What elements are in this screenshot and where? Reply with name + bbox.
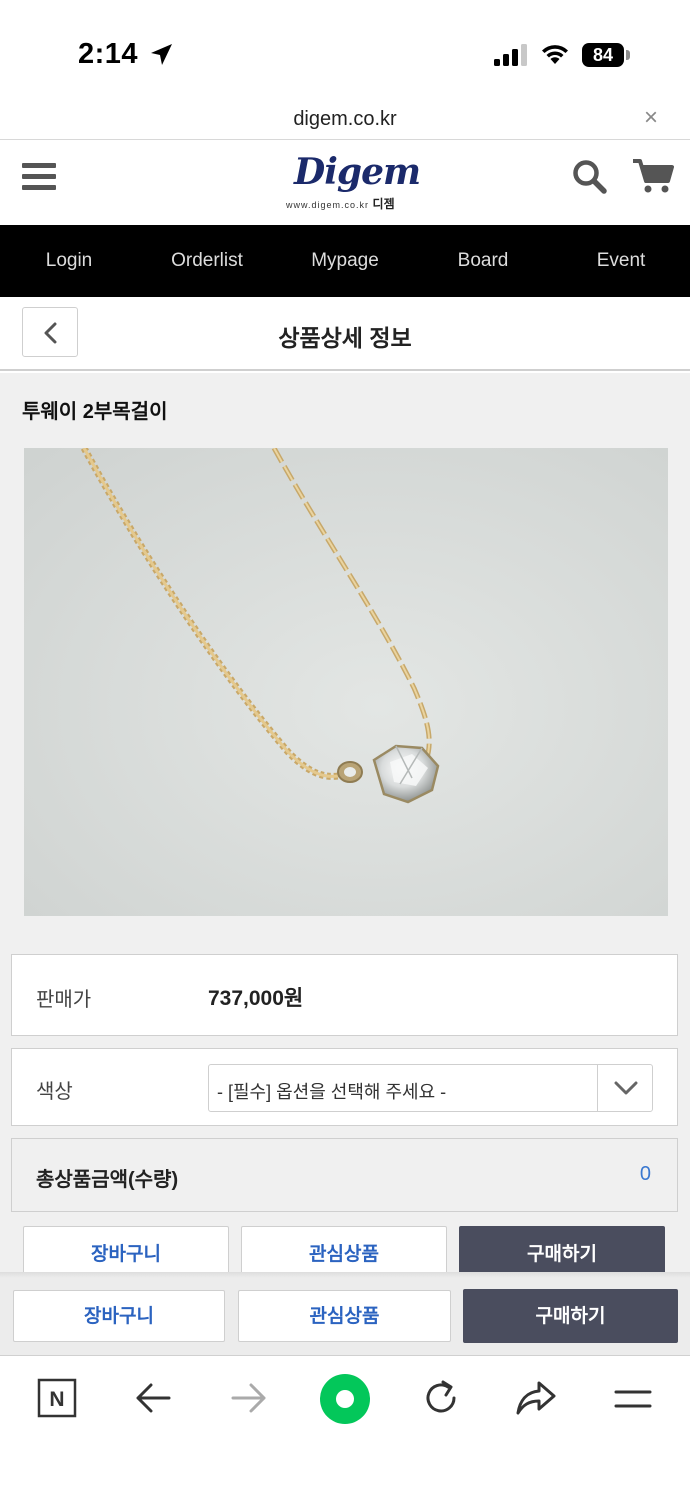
nav-item-login[interactable]: Login bbox=[0, 225, 138, 297]
nav-item-orderlist[interactable]: Orderlist bbox=[138, 225, 276, 297]
location-arrow-icon bbox=[151, 44, 172, 65]
total-row: 총상품금액(수량) 0 bbox=[11, 1138, 678, 1212]
wifi-icon bbox=[542, 45, 568, 64]
sticky-wishlist-button[interactable]: 관심상품 bbox=[238, 1290, 451, 1342]
select-dropdown-button[interactable] bbox=[597, 1065, 652, 1111]
share-icon[interactable] bbox=[515, 1380, 557, 1416]
logo-subtitle: www.digem.co.kr 디젬 bbox=[286, 195, 395, 212]
nav-item-event[interactable]: Event bbox=[552, 225, 690, 297]
logo-wordmark: Digem bbox=[294, 151, 421, 193]
search-icon[interactable] bbox=[572, 159, 608, 195]
naver-n-icon[interactable]: N bbox=[37, 1378, 77, 1418]
page-title: 상품상세 정보 bbox=[278, 325, 412, 351]
total-label: 총상품금액(수량) bbox=[36, 1169, 179, 1191]
naver-n-glyph: N bbox=[49, 1388, 64, 1411]
hamburger-menu-icon[interactable] bbox=[22, 163, 56, 191]
product-image[interactable] bbox=[24, 448, 668, 916]
close-icon[interactable]: × bbox=[644, 104, 658, 132]
forward-arrow-icon[interactable] bbox=[230, 1382, 268, 1414]
cart-icon[interactable] bbox=[632, 157, 674, 195]
color-option-row: 색상 - [필수] 옵션을 선택해 주세요 - bbox=[11, 1048, 678, 1126]
site-logo[interactable]: Digem www.digem.co.kr 디젬 bbox=[280, 151, 421, 213]
status-bar: 2:14 84 bbox=[0, 0, 690, 100]
wishlist-button[interactable]: 관심상품 bbox=[241, 1226, 447, 1276]
battery-tip bbox=[626, 50, 630, 60]
main-nav: Login Orderlist Mypage Board Event bbox=[0, 225, 690, 297]
refresh-icon[interactable] bbox=[421, 1378, 461, 1418]
chevron-down-icon bbox=[614, 1081, 638, 1095]
add-to-cart-button[interactable]: 장바구니 bbox=[23, 1226, 229, 1276]
color-option-select[interactable]: - [필수] 옵션을 선택해 주세요 - bbox=[208, 1064, 653, 1112]
nav-item-board[interactable]: Board bbox=[414, 225, 552, 297]
status-time: 2:14 bbox=[78, 38, 139, 70]
sticky-add-to-cart-button[interactable]: 장바구니 bbox=[13, 1290, 225, 1342]
logo-url: www.digem.co.kr bbox=[286, 200, 370, 210]
battery-icon: 84 bbox=[582, 43, 624, 67]
page-title-row: 상품상세 정보 bbox=[0, 297, 690, 371]
buy-now-button[interactable]: 구매하기 bbox=[459, 1226, 665, 1276]
menu-icon[interactable] bbox=[614, 1388, 652, 1410]
browser-url-bar[interactable]: digem.co.kr × bbox=[0, 100, 690, 140]
price-row: 판매가 737,000원 bbox=[11, 954, 678, 1036]
price-value: 737,000원 bbox=[208, 987, 304, 1010]
logo-korean: 디젬 bbox=[372, 197, 395, 211]
color-option-label: 색상 bbox=[36, 1081, 73, 1103]
site-header: Digem www.digem.co.kr 디젬 bbox=[0, 141, 690, 225]
color-option-value[interactable]: - [필수] 옵션을 선택해 주세요 - bbox=[217, 1078, 446, 1104]
product-name: 투웨이 2부목걸이 bbox=[22, 401, 168, 423]
sticky-buy-now-button[interactable]: 구매하기 bbox=[463, 1289, 678, 1343]
product-detail-content: 투웨이 2부목걸이 판매가 737,000원 색상 - [필수] 옵션을 선택해… bbox=[0, 373, 690, 1276]
browser-toolbar: N bbox=[0, 1356, 690, 1500]
green-dot-icon[interactable] bbox=[319, 1373, 371, 1425]
back-arrow-icon[interactable] bbox=[134, 1382, 172, 1414]
url-text[interactable]: digem.co.kr bbox=[0, 108, 690, 131]
sticky-action-bar: 장바구니 관심상품 구매하기 bbox=[0, 1278, 690, 1356]
total-value: 0 bbox=[639, 1163, 651, 1185]
price-label: 판매가 bbox=[36, 989, 92, 1011]
nav-item-mypage[interactable]: Mypage bbox=[276, 225, 414, 297]
cellular-signal-icon bbox=[494, 44, 527, 66]
